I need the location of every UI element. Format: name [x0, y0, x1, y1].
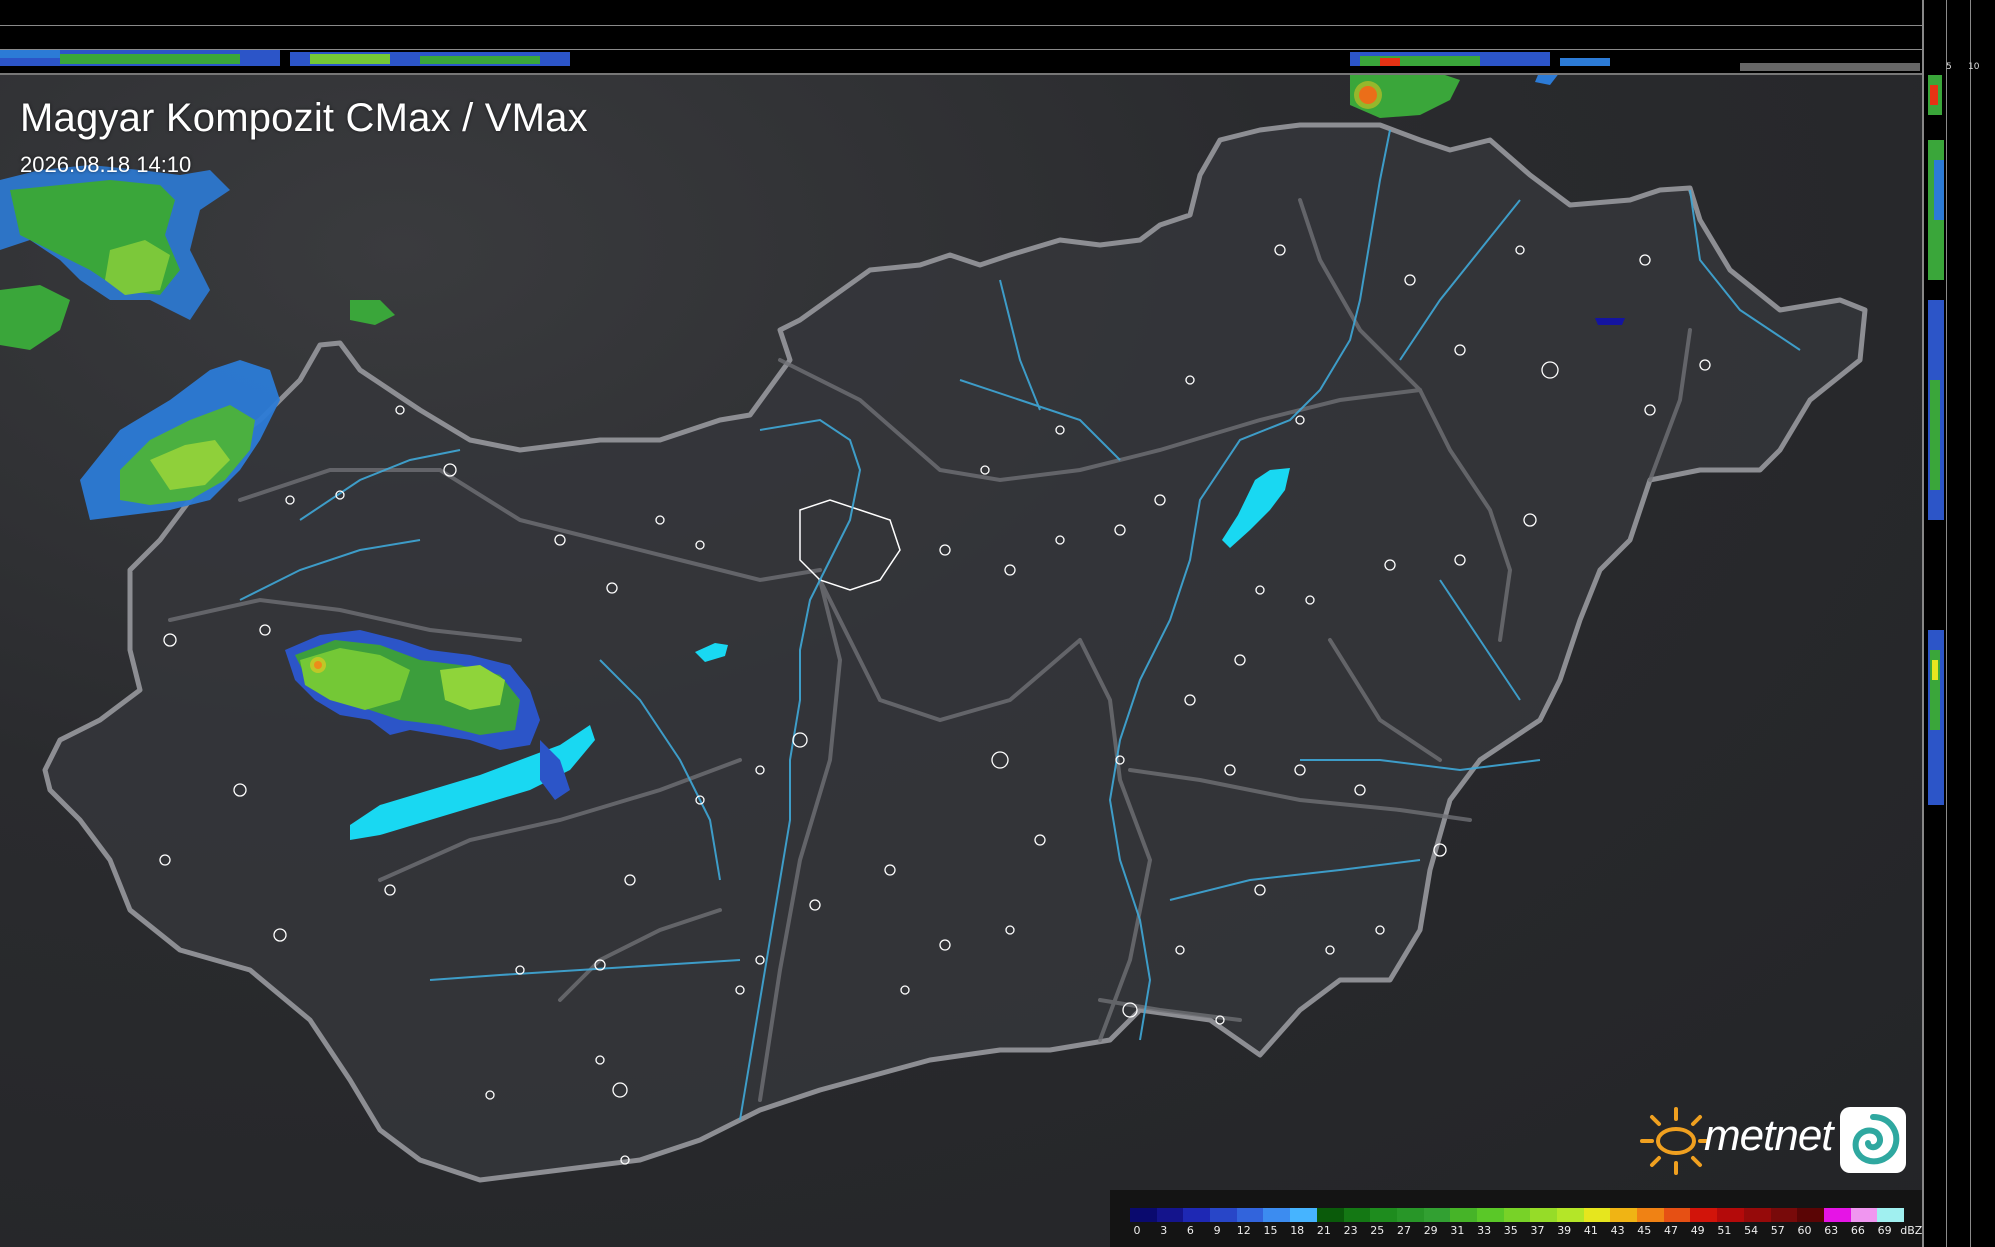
legend-color-bar [1130, 1208, 1904, 1222]
legend-swatch [1717, 1208, 1744, 1222]
legend-swatch [1823, 1208, 1851, 1222]
legend-swatch [1690, 1208, 1718, 1222]
right-panel-echo-profile [1928, 75, 1944, 805]
top-panel-echo-profile [0, 50, 1920, 71]
map-timestamp: 2026.08.18 14:10 [20, 152, 192, 177]
legend-value-label: 66 [1850, 1224, 1865, 1237]
legend-value-label: 45 [1637, 1224, 1652, 1237]
legend-value-label: 25 [1370, 1224, 1385, 1237]
legend-swatch [1370, 1208, 1397, 1222]
legend-value-label: 54 [1744, 1224, 1759, 1237]
legend-value-label: 29 [1423, 1224, 1438, 1237]
legend-value-label: 0 [1133, 1224, 1141, 1237]
legend-swatch [1663, 1208, 1691, 1222]
legend-swatch [1236, 1208, 1264, 1222]
legend-swatch [1210, 1208, 1237, 1222]
legend-value-label: 41 [1583, 1224, 1598, 1237]
legend-swatch [1770, 1208, 1798, 1222]
legend-swatch [1263, 1208, 1291, 1222]
legend-value-label: 3 [1160, 1224, 1168, 1237]
legend-swatch [1476, 1208, 1504, 1222]
map-title: Magyar Kompozit CMax / VMax [20, 96, 588, 140]
legend-value-label: 49 [1690, 1224, 1705, 1237]
metnet-logo: metnet [1636, 1103, 1908, 1175]
legend-swatch [1423, 1208, 1451, 1222]
legend-value-label: 31 [1450, 1224, 1465, 1237]
legend-swatch [1183, 1208, 1211, 1222]
right-tick-label: 10 [1968, 62, 1980, 72]
legend-swatch [1797, 1208, 1824, 1222]
legend-value-label: 9 [1213, 1224, 1221, 1237]
cross-section-right-panel: 5 10 [1922, 0, 1995, 1247]
legend-swatch [1130, 1208, 1157, 1222]
legend-swatch [1343, 1208, 1371, 1222]
legend-swatch [1850, 1208, 1878, 1222]
legend-swatch [1396, 1208, 1424, 1222]
logo-text: metnet [1704, 1111, 1834, 1160]
legend-swatch [1316, 1208, 1344, 1222]
legend-value-label: 27 [1397, 1224, 1411, 1237]
legend-value-label: 51 [1717, 1224, 1732, 1237]
cross-section-top-panel: 10 5 [0, 0, 1937, 75]
legend-value-label: 47 [1664, 1224, 1678, 1237]
legend-value-label: 35 [1503, 1224, 1518, 1237]
legend-value-label: 18 [1290, 1224, 1305, 1237]
radar-map-view: 10 5 5 10 Magyar Kompozit CMax / VMax 20… [0, 0, 1995, 1247]
legend-swatch [1156, 1208, 1184, 1222]
legend-value-label: 43 [1610, 1224, 1625, 1237]
legend-unit-label: dBZ [1900, 1224, 1923, 1237]
legend-swatch [1530, 1208, 1557, 1222]
legend-value-label: 21 [1316, 1224, 1331, 1237]
reflectivity-legend: 0 3 6 9 12 15 18 21 23 25 27 29 31 33 35 37 39 41 43 45 47 49… [1110, 1190, 1922, 1247]
legend-swatch [1610, 1208, 1638, 1222]
legend-value-label: 23 [1343, 1224, 1358, 1237]
legend-swatch [1290, 1208, 1317, 1222]
map-layer [0, 62, 1868, 1183]
legend-value-label: 39 [1557, 1224, 1572, 1237]
legend-swatch [1503, 1208, 1531, 1222]
legend-value-label: 33 [1477, 1224, 1492, 1237]
legend-swatch [1557, 1208, 1584, 1222]
legend-value-label: 15 [1263, 1224, 1278, 1237]
legend-value-label: 57 [1770, 1224, 1785, 1237]
legend-swatch [1743, 1208, 1771, 1222]
right-tick-label: 5 [1946, 62, 1952, 72]
swirl-badge-icon [1840, 1107, 1906, 1173]
legend-value-label: 6 [1186, 1224, 1194, 1237]
legend-value-label: 69 [1877, 1224, 1892, 1237]
legend-value-label: 37 [1530, 1224, 1545, 1237]
legend-swatch [1450, 1208, 1477, 1222]
legend-value-label: 60 [1797, 1224, 1812, 1237]
legend-swatch [1583, 1208, 1611, 1222]
sun-icon [1640, 1107, 1710, 1175]
legend-value-label: 12 [1236, 1224, 1251, 1237]
legend-swatch [1877, 1208, 1904, 1222]
legend-swatch [1637, 1208, 1664, 1222]
legend-value-label: 63 [1824, 1224, 1839, 1237]
